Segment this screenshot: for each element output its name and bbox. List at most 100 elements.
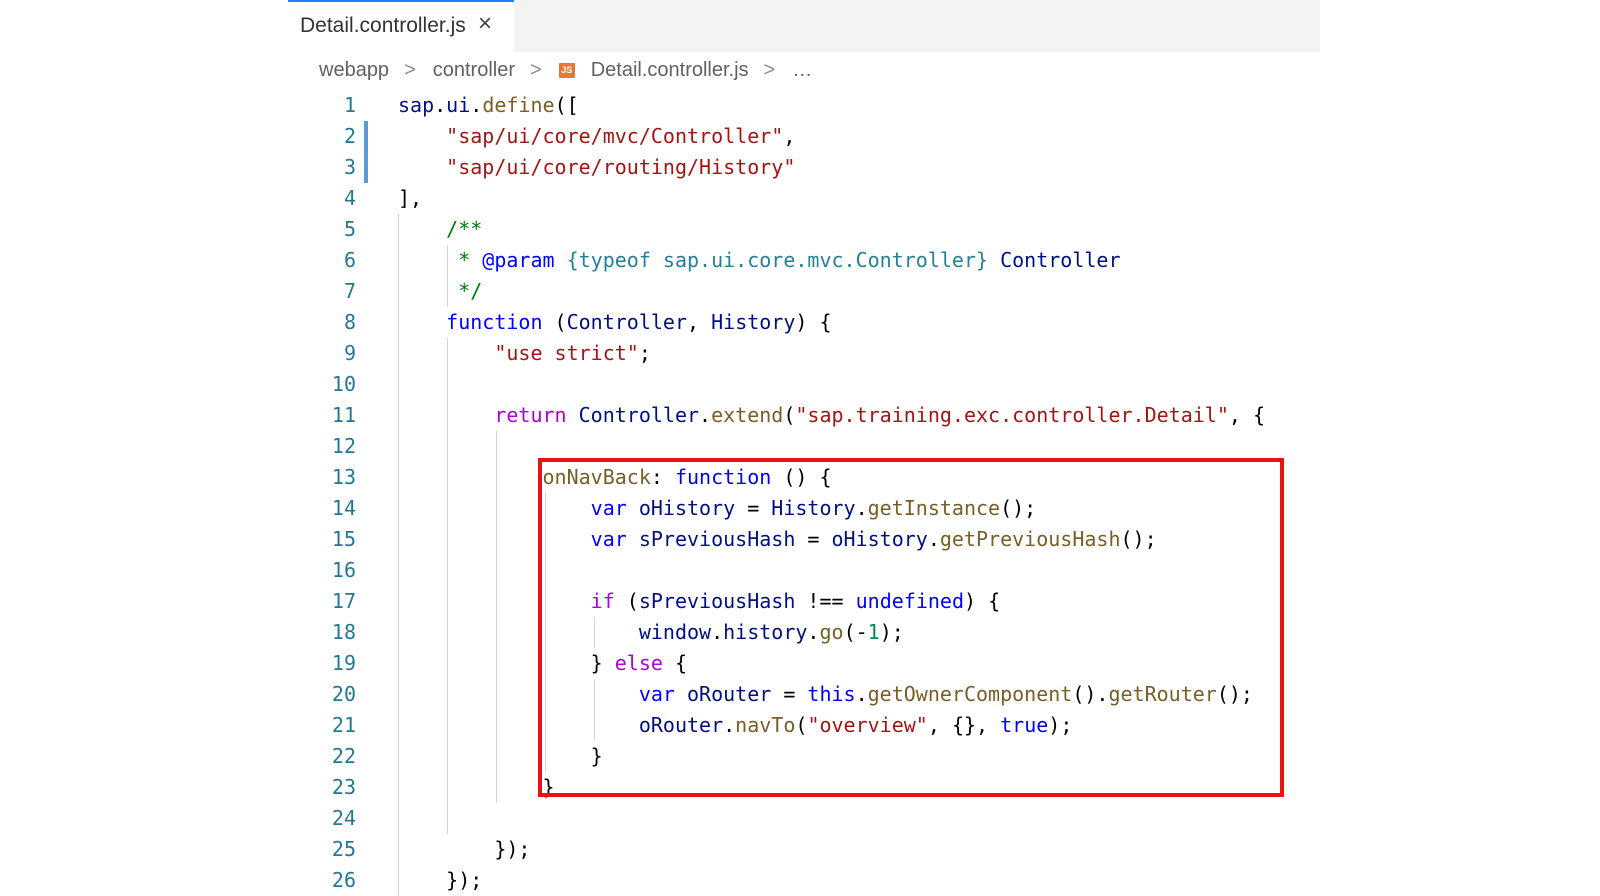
line-number: 26 bbox=[331, 868, 356, 892]
line-number: 4 bbox=[343, 186, 356, 210]
code-token: } bbox=[398, 775, 555, 799]
line-number: 16 bbox=[331, 558, 356, 582]
code-line: 11 return Controller.extend("sap.trainin… bbox=[0, 400, 1600, 431]
code-token: * bbox=[446, 248, 483, 272]
code-line: 26 }); bbox=[0, 865, 1600, 896]
editor-tab-bar: Detail.controller.js × bbox=[288, 0, 1320, 52]
code-text: }); bbox=[398, 834, 530, 865]
code-text: "use strict"; bbox=[398, 338, 651, 369]
js-file-icon: JS bbox=[558, 62, 575, 78]
code-text: sap.ui.define([ bbox=[398, 90, 579, 121]
code-token: ) { bbox=[795, 310, 832, 334]
code-line: 8 function (Controller, History) { bbox=[0, 307, 1600, 338]
code-token: ( bbox=[542, 310, 567, 334]
line-number: 1 bbox=[343, 93, 356, 117]
breadcrumb-item-file[interactable]: Detail.controller.js bbox=[591, 59, 749, 82]
breadcrumb-item-more[interactable]: … bbox=[792, 59, 812, 82]
code-line: 24 bbox=[0, 803, 1600, 834]
code-line: 9 "use strict"; bbox=[0, 338, 1600, 369]
line-number: 20 bbox=[331, 682, 356, 706]
code-line: 1 sap.ui.define([ bbox=[0, 90, 1600, 121]
line-number: 19 bbox=[331, 651, 356, 675]
code-text: }); bbox=[398, 865, 482, 896]
code-token: . bbox=[434, 93, 447, 117]
code-token: ; bbox=[638, 341, 651, 365]
code-text: "sap/ui/core/routing/History" bbox=[398, 152, 795, 183]
breadcrumb-item-controller[interactable]: controller bbox=[433, 59, 515, 82]
breadcrumb: webapp > controller > JS Detail.controll… bbox=[319, 55, 812, 85]
chevron-right-icon: > bbox=[763, 58, 776, 81]
code-token: History bbox=[711, 310, 796, 334]
code-text: "sap/ui/core/mvc/Controller", bbox=[398, 121, 795, 152]
line-number: 24 bbox=[331, 806, 356, 830]
chevron-right-icon: > bbox=[530, 58, 542, 81]
line-number: 21 bbox=[331, 713, 356, 737]
line-number: 23 bbox=[331, 775, 356, 799]
close-icon[interactable]: × bbox=[478, 11, 492, 37]
code-text: function (Controller, History) { bbox=[398, 307, 832, 338]
code-token: define bbox=[482, 93, 555, 117]
line-number: 3 bbox=[343, 155, 356, 179]
code-token: /** bbox=[446, 217, 483, 241]
line-number: 9 bbox=[343, 341, 356, 365]
code-editor[interactable]: 1 sap.ui.define([2 "sap/ui/core/mvc/Contr… bbox=[0, 90, 1600, 896]
line-number: 7 bbox=[343, 279, 356, 303]
line-number: 25 bbox=[331, 837, 356, 861]
code-text: } bbox=[398, 772, 555, 803]
code-token: ( bbox=[783, 403, 796, 427]
code-token: , bbox=[783, 124, 796, 148]
code-token: extend bbox=[711, 403, 784, 427]
code-line: 25 }); bbox=[0, 834, 1600, 865]
line-number: 17 bbox=[331, 589, 356, 613]
code-token: @param bbox=[482, 248, 555, 272]
code-token: "use strict" bbox=[494, 341, 639, 365]
code-token: sap bbox=[398, 93, 435, 117]
code-token: . bbox=[470, 93, 483, 117]
line-number: 5 bbox=[343, 217, 356, 241]
tab-label: Detail.controller.js bbox=[300, 14, 466, 37]
code-line: 4], bbox=[0, 183, 1600, 214]
code-line: 5 /** bbox=[0, 214, 1600, 245]
code-token: return bbox=[494, 403, 567, 427]
code-line: 7 */ bbox=[0, 276, 1600, 307]
code-line: 2 "sap/ui/core/mvc/Controller", bbox=[0, 121, 1600, 152]
code-token: }); bbox=[398, 837, 531, 861]
code-text: /** bbox=[398, 214, 482, 245]
code-token: "sap.training.exc.controller.Detail" bbox=[795, 403, 1229, 427]
code-token: {typeof sap.ui.core.mvc.Controller} bbox=[566, 248, 989, 272]
line-number: 13 bbox=[331, 465, 356, 489]
code-token: Controller bbox=[578, 403, 700, 427]
line-number: 18 bbox=[331, 620, 356, 644]
chevron-right-icon: > bbox=[404, 58, 416, 81]
code-token: */ bbox=[446, 279, 483, 303]
line-number: 11 bbox=[331, 403, 356, 427]
line-number: 6 bbox=[343, 248, 356, 272]
code-token: ui bbox=[446, 93, 471, 117]
code-token: ([ bbox=[554, 93, 579, 117]
line-number: 12 bbox=[331, 434, 356, 458]
code-text: return Controller.extend("sap.training.e… bbox=[398, 400, 1265, 431]
line-number: 22 bbox=[331, 744, 356, 768]
tab-detail-controller[interactable]: Detail.controller.js × bbox=[288, 0, 514, 52]
code-line: 10 bbox=[0, 369, 1600, 400]
line-number: 10 bbox=[331, 372, 356, 396]
code-token: . bbox=[699, 403, 712, 427]
code-token: }); bbox=[398, 868, 483, 892]
code-token: Controller bbox=[566, 310, 688, 334]
code-token: , { bbox=[1228, 403, 1265, 427]
code-token: ], bbox=[398, 186, 423, 210]
breadcrumb-item-webapp[interactable]: webapp bbox=[319, 59, 389, 82]
code-token: "sap/ui/core/mvc/Controller" bbox=[446, 124, 784, 148]
code-text: */ bbox=[398, 276, 482, 307]
